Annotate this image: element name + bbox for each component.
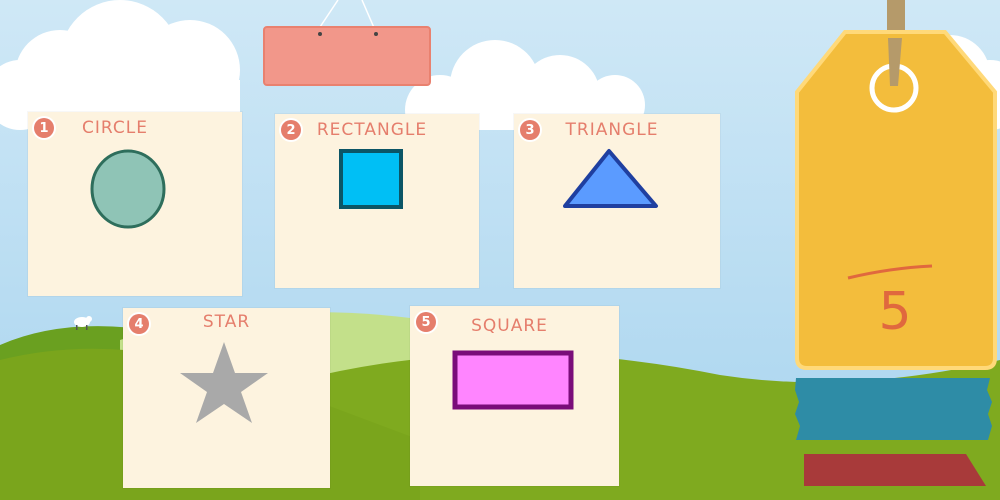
card-label: SQUARE <box>471 316 548 336</box>
square-shape-icon <box>339 149 403 209</box>
card-label: STAR <box>202 312 251 332</box>
shape-card-triangle[interactable]: 3 TRIANGLE <box>514 114 720 288</box>
card-label: CIRCLE <box>82 118 148 138</box>
card-label: TRIANGLE <box>565 120 659 140</box>
sign-nail-right <box>374 32 378 36</box>
answer-value: 5 <box>878 282 912 342</box>
hanging-sign <box>263 26 431 86</box>
game-scene: 1 CIRCLE 2 RECTANGLE 3 TRIANGLE 4 STAR 5… <box>0 0 1000 500</box>
circle-shape-icon <box>90 149 166 229</box>
sign-nail-left <box>318 32 322 36</box>
rectangle-shape-icon <box>452 350 574 410</box>
card-label: RECTANGLE <box>316 120 428 140</box>
shape-card-star[interactable]: 4 STAR <box>123 308 330 488</box>
shape-card-rectangle[interactable]: 2 RECTANGLE <box>275 114 479 288</box>
triangle-shape-icon <box>563 149 658 208</box>
blue-ribbon-hitbox[interactable] <box>796 378 992 440</box>
shape-card-square[interactable]: 5 SQUARE <box>410 306 619 486</box>
red-ribbon-hitbox[interactable] <box>804 454 986 486</box>
shape-card-circle[interactable]: 1 CIRCLE <box>28 112 242 296</box>
star-shape-icon <box>180 342 268 423</box>
